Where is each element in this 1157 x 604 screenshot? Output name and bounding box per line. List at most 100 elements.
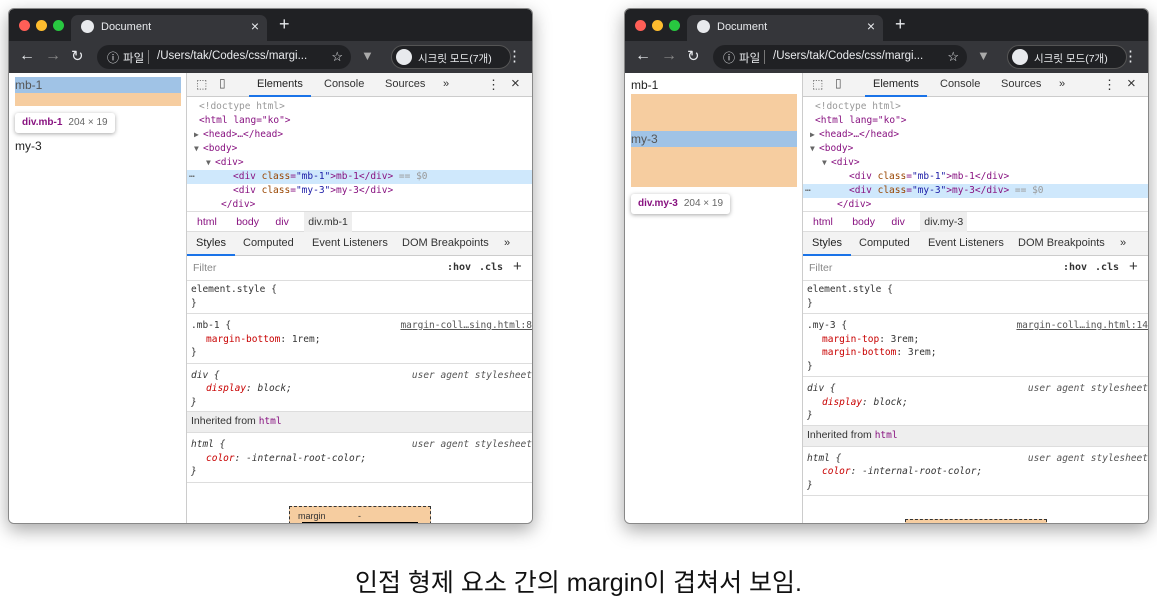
inspect-icon[interactable]: ⬚ [812, 77, 823, 91]
devtools-tab-sources[interactable]: Sources [377, 73, 433, 97]
devtools-close-icon[interactable]: × [1127, 75, 1136, 92]
box-margin-value[interactable]: 48 [970, 523, 980, 524]
tree-doctype[interactable]: <!doctype html> [187, 100, 532, 114]
star-icon[interactable]: ☆ [331, 49, 343, 65]
devtools-tab-elements[interactable]: Elements [249, 73, 311, 97]
tab-close-icon[interactable]: × [251, 18, 259, 34]
styles-filter-input[interactable]: Filter [805, 259, 1055, 277]
minimize-window-button[interactable] [36, 20, 47, 31]
styles-tab[interactable]: Computed [850, 232, 919, 256]
breadcrumb-item[interactable]: div [887, 212, 908, 232]
tree-div-mb1[interactable]: <div class="mb-1">mb-1</div> [803, 170, 1148, 184]
devtools-tab-console[interactable]: Console [932, 73, 988, 97]
tree-div-my3[interactable]: … <div class="my-3">my-3</div> == $0 [803, 182, 1148, 198]
breadcrumb-item[interactable]: div.mb-1 [304, 212, 352, 232]
extension-icon[interactable]: ▼ [977, 48, 990, 63]
collapse-arrow-icon[interactable]: ▼ [206, 156, 211, 170]
back-icon[interactable]: ← [19, 47, 35, 65]
new-rule-button[interactable]: + [513, 258, 522, 275]
devtools-tab-console[interactable]: Console [316, 73, 372, 97]
maximize-window-button[interactable] [669, 20, 680, 31]
more-tabs-button[interactable]: » [1051, 73, 1073, 97]
forward-icon[interactable]: → [661, 47, 677, 65]
hov-button[interactable]: :hov [1063, 262, 1087, 273]
styles-tab[interactable]: Styles [187, 232, 235, 256]
incognito-button[interactable]: 시크릿 모드(7개) [391, 45, 511, 69]
minimize-window-button[interactable] [652, 20, 663, 31]
tree-div-close[interactable]: </div> [803, 198, 1148, 212]
more-actions-icon[interactable]: … [189, 168, 195, 182]
inherited-tag-link[interactable]: html [875, 430, 898, 441]
reload-icon[interactable]: ↻ [71, 47, 84, 65]
styles-tab[interactable]: » [1111, 232, 1135, 256]
device-toolbar-icon[interactable]: ▯ [219, 76, 226, 90]
styles-filter-input[interactable]: Filter [189, 259, 439, 277]
rule-source-link[interactable]: margin-coll…sing.html:8 [400, 319, 532, 333]
css-declaration[interactable]: margin-bottom: 3rem; [822, 346, 936, 360]
device-toolbar-icon[interactable]: ▯ [835, 76, 842, 90]
inspect-icon[interactable]: ⬚ [196, 77, 207, 91]
cls-button[interactable]: .cls [1095, 262, 1119, 273]
menu-icon[interactable]: ⋮ [1123, 47, 1138, 65]
rule-source-link[interactable]: margin-coll…ing.html:14 [1016, 319, 1148, 333]
tree-body[interactable]: <body> ▼ [187, 142, 532, 156]
incognito-button[interactable]: 시크릿 모드(7개) [1007, 45, 1127, 69]
menu-icon[interactable]: ⋮ [507, 47, 522, 65]
expand-arrow-icon[interactable]: ▶ [810, 128, 815, 142]
reload-icon[interactable]: ↻ [687, 47, 700, 65]
css-declaration[interactable]: margin-top: 3rem; [822, 333, 919, 347]
styles-tab[interactable]: » [495, 232, 519, 256]
tree-div[interactable]: <div> ▼ [803, 156, 1148, 170]
forward-icon[interactable]: → [45, 47, 61, 65]
styles-tab[interactable]: DOM Breakpoints [393, 232, 498, 256]
star-icon[interactable]: ☆ [947, 49, 959, 65]
address-bar[interactable]: ⓘ 파일/Users/tak/Codes/css/margi... ☆ [713, 45, 967, 69]
new-tab-icon[interactable]: + [895, 14, 906, 35]
new-rule-button[interactable]: + [1129, 258, 1138, 275]
tree-div-my3[interactable]: <div class="my-3">my-3</div> [187, 184, 532, 198]
expand-arrow-icon[interactable]: ▶ [194, 128, 199, 142]
tree-head[interactable]: <head>…</head> ▶ [187, 128, 532, 142]
tree-doctype[interactable]: <!doctype html> [803, 100, 1148, 114]
styles-tab[interactable]: Computed [234, 232, 303, 256]
hov-button[interactable]: :hov [447, 262, 471, 273]
devtools-tab-elements[interactable]: Elements [865, 73, 927, 97]
tree-div-close[interactable]: </div> [187, 198, 532, 212]
close-window-button[interactable] [635, 20, 646, 31]
breadcrumb-item[interactable]: div [271, 212, 292, 232]
breadcrumb-item[interactable]: body [232, 212, 263, 232]
extension-icon[interactable]: ▼ [361, 48, 374, 63]
close-window-button[interactable] [19, 20, 30, 31]
tree-div-mb1[interactable]: … <div class="mb-1">mb-1</div> == $0 [187, 168, 532, 184]
tree-div[interactable]: <div> ▼ [187, 156, 532, 170]
tree-html[interactable]: <html lang="ko"> [803, 114, 1148, 128]
more-actions-icon[interactable]: … [805, 182, 811, 196]
cls-button[interactable]: .cls [479, 262, 503, 273]
tab-close-icon[interactable]: × [867, 18, 875, 34]
styles-tab[interactable]: Styles [803, 232, 851, 256]
styles-tab[interactable]: DOM Breakpoints [1009, 232, 1114, 256]
styles-tab[interactable]: Event Listeners [303, 232, 397, 256]
devtools-tab-sources[interactable]: Sources [993, 73, 1049, 97]
maximize-window-button[interactable] [53, 20, 64, 31]
tree-body[interactable]: <body> ▼ [803, 142, 1148, 156]
tree-head[interactable]: <head>…</head> ▶ [803, 128, 1148, 142]
breadcrumb-item[interactable]: html [193, 212, 221, 232]
devtools-menu-icon[interactable]: ⋮ [487, 77, 500, 93]
more-tabs-button[interactable]: » [435, 73, 457, 97]
styles-tab[interactable]: Event Listeners [919, 232, 1013, 256]
collapse-arrow-icon[interactable]: ▼ [194, 142, 199, 156]
browser-tab[interactable]: Document × [71, 15, 267, 41]
browser-tab[interactable]: Document × [687, 15, 883, 41]
breadcrumb-item[interactable]: div.my-3 [920, 212, 968, 232]
css-declaration[interactable]: margin-bottom: 1rem; [206, 333, 320, 347]
collapse-arrow-icon[interactable]: ▼ [822, 156, 827, 170]
inherited-tag-link[interactable]: html [259, 416, 282, 427]
tree-html[interactable]: <html lang="ko"> [187, 114, 532, 128]
breadcrumb-item[interactable]: body [848, 212, 879, 232]
new-tab-icon[interactable]: + [279, 14, 290, 35]
back-icon[interactable]: ← [635, 47, 651, 65]
devtools-menu-icon[interactable]: ⋮ [1103, 77, 1116, 93]
breadcrumb-item[interactable]: html [809, 212, 837, 232]
collapse-arrow-icon[interactable]: ▼ [810, 142, 815, 156]
